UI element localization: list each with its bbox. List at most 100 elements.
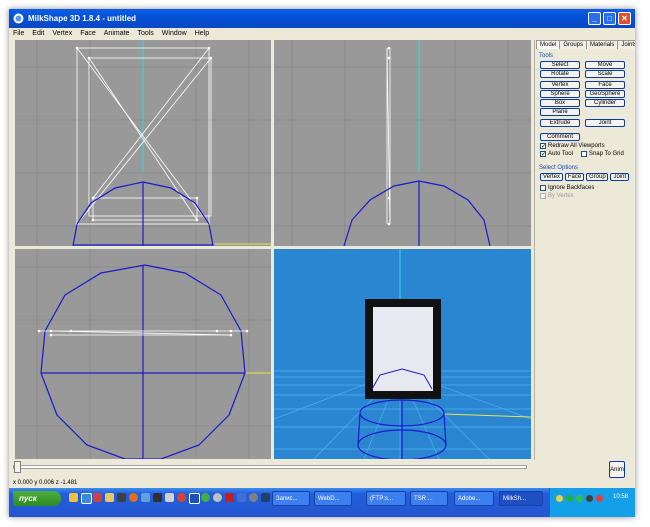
select-options-title: Select Options bbox=[539, 165, 579, 171]
plane-tool-button[interactable]: Plane bbox=[540, 108, 580, 116]
tools-group-title: Tools bbox=[539, 53, 554, 59]
viewport-3d[interactable] bbox=[274, 249, 531, 459]
taskbar-task-4[interactable]: TSR ... bbox=[410, 491, 448, 506]
select-tool-button[interactable]: Select bbox=[540, 61, 580, 69]
quicklaunch-tool-icon[interactable] bbox=[141, 493, 150, 502]
quicklaunch-gear-icon[interactable] bbox=[249, 493, 258, 502]
quicklaunch-desktop-icon[interactable] bbox=[69, 493, 78, 502]
redraw-all-viewports-label: Redraw All Viewports bbox=[548, 143, 605, 149]
select-face-button[interactable]: Face bbox=[564, 173, 584, 181]
windows-taskbar: пуск Запис... WebD... (FTP:s... TSR ... … bbox=[9, 488, 635, 517]
tab-materials[interactable]: Materials bbox=[586, 40, 619, 49]
menu-file[interactable]: File bbox=[9, 30, 28, 37]
top-view-canvas bbox=[15, 249, 271, 459]
side-view-canvas bbox=[274, 40, 531, 246]
joint-tool-button[interactable]: Joint bbox=[585, 119, 625, 127]
grid-lines bbox=[274, 40, 531, 246]
tray-network-icon[interactable] bbox=[566, 495, 573, 502]
face-tool-button[interactable]: Face bbox=[585, 81, 625, 89]
viewport-front[interactable] bbox=[15, 40, 271, 246]
animation-timeline: Anim bbox=[9, 460, 635, 480]
quicklaunch-ps-icon[interactable] bbox=[261, 493, 270, 502]
window-title: MilkShape 3D 1.8.4 - untitled bbox=[28, 14, 137, 23]
select-group-button[interactable]: Group bbox=[586, 173, 609, 181]
menu-animate[interactable]: Animate bbox=[100, 30, 134, 37]
taskbar-task-2[interactable]: WebD... bbox=[314, 491, 352, 506]
cylinder-tool-button[interactable]: Cylinder bbox=[585, 99, 625, 107]
taskbar-task-6[interactable]: MilkSh... bbox=[499, 491, 543, 506]
quicklaunch-folder-icon[interactable] bbox=[105, 493, 114, 502]
menu-bar: File Edit Vertex Face Animate Tools Wind… bbox=[9, 28, 635, 39]
snap-to-grid-label: Snap To Grid bbox=[588, 151, 624, 157]
minimize-button[interactable]: _ bbox=[588, 12, 601, 25]
taskbar-task-1[interactable]: Запис... bbox=[272, 491, 310, 506]
front-view-canvas bbox=[15, 40, 271, 246]
menu-help[interactable]: Help bbox=[191, 30, 213, 37]
maximize-button[interactable]: □ bbox=[603, 12, 616, 25]
taskbar-task-5[interactable]: Adobe... bbox=[454, 491, 494, 506]
extrude-tool-button[interactable]: Extrude bbox=[540, 119, 580, 127]
ignore-backfaces-option[interactable]: Ignore Backfaces bbox=[540, 185, 629, 191]
by-vertex-label: By Vertex bbox=[548, 193, 574, 199]
menu-edit[interactable]: Edit bbox=[28, 30, 48, 37]
snap-to-grid-option[interactable]: Snap To Grid bbox=[580, 151, 624, 157]
dome-mesh bbox=[343, 180, 491, 246]
scale-tool-button[interactable]: Scale bbox=[585, 70, 625, 78]
quicklaunch-web-icon[interactable] bbox=[177, 493, 186, 502]
tray-volume-icon[interactable] bbox=[556, 495, 563, 502]
close-button[interactable]: ✕ bbox=[618, 12, 631, 25]
tab-groups[interactable]: Groups bbox=[559, 40, 588, 49]
taskbar-clock: 10:58 bbox=[612, 494, 628, 500]
rotate-tool-button[interactable]: Rotate bbox=[540, 70, 580, 78]
quicklaunch-monitor-icon[interactable] bbox=[189, 493, 200, 504]
auto-tool-option[interactable]: ✓ Auto Tool bbox=[540, 151, 573, 158]
start-button[interactable]: пуск bbox=[13, 491, 61, 506]
tab-joints[interactable]: Joints bbox=[617, 40, 635, 49]
sphere-tool-button[interactable]: Sphere bbox=[540, 90, 580, 98]
move-tool-button[interactable]: Move bbox=[585, 61, 625, 69]
quicklaunch-firefox-icon[interactable] bbox=[129, 493, 138, 502]
tray-security-icon[interactable] bbox=[596, 495, 603, 502]
quicklaunch-media-icon[interactable] bbox=[117, 493, 126, 502]
frame-panel bbox=[373, 307, 433, 391]
ignore-backfaces-checkbox[interactable] bbox=[540, 185, 546, 191]
menu-vertex[interactable]: Vertex bbox=[48, 30, 76, 37]
menu-face[interactable]: Face bbox=[76, 30, 100, 37]
comment-tool-button[interactable]: Comment bbox=[540, 133, 580, 141]
box-tool-button[interactable]: Box bbox=[540, 99, 580, 107]
empty-slot bbox=[585, 108, 625, 118]
quicklaunch-red-icon[interactable] bbox=[225, 493, 234, 502]
snap-to-grid-checkbox[interactable] bbox=[580, 151, 587, 157]
quicklaunch-ie-icon[interactable] bbox=[81, 493, 92, 504]
timeline-slider-thumb[interactable] bbox=[14, 461, 21, 473]
wireframe-box bbox=[76, 47, 212, 225]
menu-window[interactable]: Window bbox=[158, 30, 191, 37]
quicklaunch-chat-icon[interactable] bbox=[201, 493, 210, 502]
vertex-tool-button[interactable]: Vertex bbox=[540, 81, 580, 89]
system-tray: 10:58 bbox=[549, 488, 635, 517]
quicklaunch-app-icon[interactable] bbox=[93, 493, 102, 502]
by-vertex-option: By Vertex bbox=[540, 193, 629, 199]
auto-tool-checkbox[interactable]: ✓ bbox=[540, 151, 546, 158]
quicklaunch-blue-icon[interactable] bbox=[237, 493, 246, 502]
auto-tool-label: Auto Tool bbox=[548, 151, 573, 157]
menu-tools[interactable]: Tools bbox=[133, 30, 157, 37]
tray-update-icon[interactable] bbox=[586, 495, 593, 502]
tab-model[interactable]: Model bbox=[536, 40, 561, 49]
redraw-all-viewports-checkbox[interactable]: ✓ bbox=[540, 143, 546, 150]
title-bar[interactable]: MilkShape 3D 1.8.4 - untitled _ □ ✕ bbox=[9, 9, 635, 28]
select-vertex-button[interactable]: Vertex bbox=[540, 173, 563, 181]
anim-button[interactable]: Anim bbox=[609, 461, 625, 478]
panel-tabs: Model Groups Materials Joints bbox=[536, 40, 635, 50]
geosphere-tool-button[interactable]: GeoSphere bbox=[585, 90, 625, 98]
quicklaunch-edit-icon[interactable] bbox=[165, 493, 174, 502]
quicklaunch-disc-icon[interactable] bbox=[213, 493, 222, 502]
taskbar-task-3[interactable]: (FTP:s... bbox=[366, 491, 406, 506]
quicklaunch-game-icon[interactable] bbox=[153, 493, 162, 502]
timeline-track[interactable] bbox=[13, 465, 527, 469]
viewport-top[interactable] bbox=[15, 249, 271, 459]
viewport-side[interactable] bbox=[274, 40, 531, 246]
tray-antivirus-icon[interactable] bbox=[576, 495, 583, 502]
window-controls: _ □ ✕ bbox=[588, 12, 631, 25]
select-joint-button[interactable]: Joint bbox=[610, 173, 630, 181]
